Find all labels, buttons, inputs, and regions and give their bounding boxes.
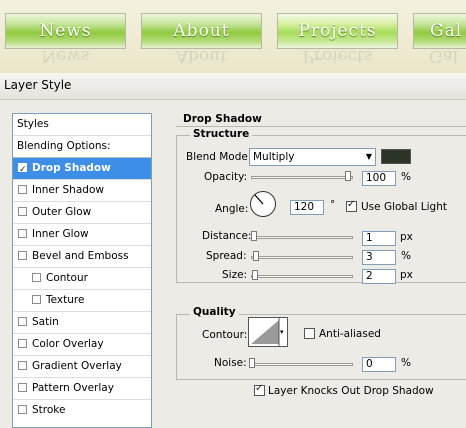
checkbox-icon[interactable]	[32, 295, 41, 304]
knocks-out-checkbox[interactable]	[254, 383, 265, 396]
dialog-title: Layer Style	[4, 78, 72, 92]
angle-label: Angle:	[215, 203, 249, 215]
style-item-satin[interactable]: Satin	[13, 312, 151, 334]
website-nav-strip: News About Projects Gal News About Proje…	[0, 0, 466, 73]
style-item-contour[interactable]: Contour	[13, 268, 151, 290]
opacity-input[interactable]: 100	[362, 171, 396, 186]
blending-options-item[interactable]: Blending Options: Default	[13, 136, 151, 173]
contour-curve-icon[interactable]: ▾	[248, 317, 288, 347]
size-unit: px	[400, 269, 413, 281]
nav-reflection: About	[175, 51, 228, 63]
checkbox-icon[interactable]	[18, 229, 27, 238]
style-item-bevel-emboss[interactable]: Bevel and Emboss	[13, 246, 151, 268]
size-label: Size:	[222, 269, 248, 281]
checkbox-icon[interactable]	[18, 185, 27, 194]
knocks-out-label[interactable]: Layer Knocks Out Drop Shadow	[268, 385, 434, 397]
layer-style-dialog: Layer Style Styles Blending Options: Def…	[0, 73, 466, 428]
style-item-gradient-overlay[interactable]: Gradient Overlay	[13, 356, 151, 378]
styles-list: Styles Blending Options: Default Drop Sh…	[12, 113, 152, 428]
nav-news-button[interactable]: News	[5, 13, 126, 49]
angle-unit: °	[330, 199, 336, 211]
style-item-stroke[interactable]: Stroke	[13, 400, 151, 422]
nav-projects-button[interactable]: Projects	[277, 13, 398, 49]
opacity-slider[interactable]	[251, 176, 353, 179]
checkbox-icon[interactable]	[18, 405, 27, 414]
style-item-drop-shadow[interactable]: Drop Shadow	[13, 158, 151, 181]
nav-about-button[interactable]: About	[141, 13, 262, 49]
shadow-color-swatch[interactable]	[381, 149, 411, 164]
style-item-inner-shadow[interactable]: Inner Shadow	[13, 180, 151, 202]
checkbox-icon[interactable]	[32, 273, 41, 282]
use-global-light-checkbox[interactable]	[346, 199, 357, 212]
quality-title: Quality	[190, 306, 239, 318]
styles-header[interactable]: Styles	[13, 114, 151, 136]
size-slider[interactable]	[251, 275, 353, 278]
distance-slider[interactable]	[251, 236, 353, 239]
size-input[interactable]: 2	[362, 269, 396, 284]
opacity-label: Opacity:	[204, 171, 248, 183]
checkbox-icon[interactable]	[18, 251, 27, 260]
dialog-titlebar[interactable]: Layer Style	[0, 73, 466, 100]
noise-slider-thumb[interactable]	[249, 358, 255, 368]
spread-slider-thumb[interactable]	[253, 251, 259, 261]
distance-slider-thumb[interactable]	[251, 231, 257, 241]
angle-dial-hand	[254, 194, 264, 205]
nav-gallery-button[interactable]: Gal	[413, 13, 466, 49]
style-item-texture[interactable]: Texture	[13, 290, 151, 312]
use-global-light-label[interactable]: Use Global Light	[361, 201, 447, 213]
checkbox-icon[interactable]	[18, 383, 27, 392]
noise-unit: %	[401, 357, 411, 369]
spread-input[interactable]: 3	[362, 250, 396, 265]
checkbox-icon[interactable]	[18, 361, 27, 370]
style-item-color-overlay[interactable]: Color Overlay	[13, 334, 151, 356]
noise-slider[interactable]	[251, 363, 353, 366]
style-item-pattern-overlay[interactable]: Pattern Overlay	[13, 378, 151, 400]
anti-aliased-label[interactable]: Anti-aliased	[319, 328, 381, 340]
drop-shadow-title: Drop Shadow	[183, 113, 262, 125]
noise-label: Noise:	[214, 357, 247, 369]
opacity-unit: %	[401, 171, 411, 183]
svg-text:▾: ▾	[280, 328, 284, 336]
size-slider-thumb[interactable]	[252, 270, 258, 280]
blend-mode-select[interactable]: Multiply ▼	[249, 148, 376, 166]
spread-unit: %	[401, 250, 411, 262]
noise-input[interactable]: 0	[362, 357, 396, 372]
distance-input[interactable]: 1	[362, 231, 396, 246]
checkbox-icon[interactable]	[18, 317, 27, 326]
contour-label: Contour:	[202, 329, 248, 341]
divider	[176, 126, 466, 127]
nav-reflection: Projects	[302, 51, 373, 63]
contour-curve-graph: ▾	[251, 318, 284, 346]
quality-group	[176, 314, 466, 380]
blend-mode-label: Blend Mode:	[186, 151, 252, 163]
spread-label: Spread:	[206, 250, 247, 262]
style-item-inner-glow[interactable]: Inner Glow	[13, 224, 151, 246]
spread-slider[interactable]	[251, 256, 353, 259]
dropdown-arrow-icon: ▼	[365, 152, 372, 161]
nav-reflection: News	[41, 51, 90, 63]
style-item-outer-glow[interactable]: Outer Glow	[13, 202, 151, 224]
checkbox-icon[interactable]	[18, 207, 27, 216]
checkbox-icon[interactable]	[18, 160, 27, 181]
structure-title: Structure	[190, 128, 253, 140]
distance-unit: px	[400, 231, 413, 243]
anti-aliased-checkbox[interactable]	[304, 328, 315, 339]
checkbox-icon[interactable]	[18, 339, 27, 348]
angle-input[interactable]: 120	[290, 200, 324, 215]
nav-reflection: Gal	[429, 51, 459, 63]
distance-label: Distance:	[202, 230, 252, 242]
angle-dial-icon[interactable]	[250, 191, 276, 217]
opacity-slider-thumb[interactable]	[345, 171, 351, 181]
